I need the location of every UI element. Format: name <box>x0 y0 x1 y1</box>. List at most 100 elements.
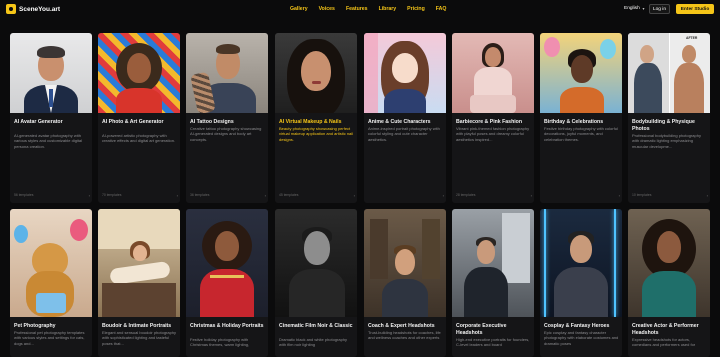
nav-pricing[interactable]: Pricing <box>407 6 425 12</box>
card-description: Dramatic black and white photography wit… <box>279 337 348 348</box>
card-ai-photo-art-generator[interactable]: AI Photo & Art Generator AI-powered arti… <box>98 33 180 203</box>
card-description: Festive holiday photography with Christm… <box>190 337 250 348</box>
card-thumbnail <box>452 33 534 113</box>
template-count: 10 templates <box>632 193 652 197</box>
arrow-right-icon[interactable]: › <box>177 193 178 198</box>
card-thumbnail <box>275 33 357 113</box>
card-anime-cute-characters[interactable]: Anime & Cute Characters Anime-inspired p… <box>364 33 446 203</box>
card-title: Creative Actor & Performer Headshots <box>632 323 699 336</box>
card-title: Cinematic Film Noir & Classic <box>279 323 353 329</box>
card-description: AI-powered artistic photography with cre… <box>102 133 176 144</box>
card-footer: 45 templates › <box>279 193 355 198</box>
card-title: Pet Photography <box>14 323 56 329</box>
enter-studio-button[interactable]: Enter Studio <box>676 4 714 14</box>
card-title: Boudoir & Intimate Portraits <box>102 323 172 329</box>
template-count: 56 templates <box>14 193 34 197</box>
card-thumbnail <box>452 209 534 317</box>
nav-voices[interactable]: Voices <box>319 6 335 12</box>
card-thumbnail <box>10 209 92 317</box>
card-boudoir-intimate-portraits[interactable]: Boudoir & Intimate Portraits Elegant and… <box>98 209 180 357</box>
card-thumbnail: BEFORE AFTER <box>628 33 710 113</box>
card-ai-avatar-generator[interactable]: AI Avatar Generator AI-generated avatar … <box>10 33 92 203</box>
card-footer: › <box>544 193 620 198</box>
card-title: AI Avatar Generator <box>14 119 63 125</box>
main-nav: Gallery Voices Features Library Pricing … <box>290 6 457 12</box>
card-corporate-executive-headshots[interactable]: Corporate Executive Headshots High-end e… <box>452 209 534 357</box>
login-button[interactable]: Log in <box>649 4 670 14</box>
arrow-right-icon[interactable]: › <box>707 193 708 198</box>
card-footer: 10 templates › <box>632 193 708 198</box>
card-pet-photography[interactable]: Pet Photography Professional pet photogr… <box>10 209 92 357</box>
nav-faq[interactable]: FAQ <box>436 6 447 12</box>
card-thumbnail <box>364 33 446 113</box>
card-title: Cosplay & Fantasy Heroes <box>544 323 610 329</box>
card-description: High-end executive portraits for founder… <box>456 337 530 348</box>
card-thumbnail <box>186 209 268 317</box>
card-coach-expert-headshots[interactable]: Coach & Expert Headshots Trust-building … <box>364 209 446 357</box>
card-title: AI Tattoo Designs <box>190 119 234 125</box>
arrow-right-icon[interactable]: › <box>354 193 355 198</box>
card-title: Birthday & Celebrations <box>544 119 604 125</box>
card-description: Vibrant pink-themed fashion photography … <box>456 126 530 142</box>
arrow-right-icon[interactable]: › <box>443 193 444 198</box>
card-title: Bodybuilding & Physique Photos <box>632 119 695 132</box>
card-title: AI Photo & Art Generator <box>102 119 164 125</box>
card-thumbnail <box>540 209 622 317</box>
card-ai-virtual-makeup-nails[interactable]: AI Virtual Makeup & Nails Beauty photogr… <box>275 33 357 203</box>
card-cinematic-film-noir[interactable]: Cinematic Film Noir & Classic Dramatic b… <box>275 209 357 357</box>
card-title: Anime & Cute Characters <box>368 119 431 125</box>
card-title: AI Virtual Makeup & Nails <box>279 119 342 125</box>
card-thumbnail <box>10 33 92 113</box>
top-navbar: SceneYou.art Gallery Voices Features Lib… <box>0 0 720 18</box>
card-thumbnail <box>628 209 710 317</box>
card-birthday-celebrations[interactable]: Birthday & Celebrations Festive birthday… <box>540 33 622 203</box>
card-ai-tattoo-designs[interactable]: AI Tattoo Designs Creative tattoo photog… <box>186 33 268 203</box>
card-barbiecore-pink-fashion[interactable]: Barbiecore & Pink Fashion Vibrant pink-t… <box>452 33 534 203</box>
card-thumbnail <box>540 33 622 113</box>
card-title: Coach & Expert Headshots <box>368 323 435 329</box>
chevron-down-icon: ▼ <box>641 6 646 11</box>
card-description: Professional pet photography templates w… <box>14 330 85 346</box>
card-description: Epic cosplay and fantasy character photo… <box>544 330 619 346</box>
template-count: 70 templates <box>102 193 122 197</box>
brand-name: SceneYou.art <box>19 5 61 13</box>
nav-features[interactable]: Features <box>346 6 368 12</box>
sceneyou-logo-icon <box>6 4 16 14</box>
card-title: Corporate Executive Headshots <box>456 323 507 336</box>
card-thumbnail <box>275 209 357 317</box>
card-description: Professional bodybuilding photography wi… <box>632 133 701 149</box>
card-description: Festive birthday photography with colorf… <box>544 126 618 142</box>
language-label: English <box>624 6 640 11</box>
card-creative-actor-performer-headshots[interactable]: Creative Actor & Performer Headshots Exp… <box>628 209 710 357</box>
card-thumbnail <box>186 33 268 113</box>
arrow-right-icon[interactable]: › <box>265 193 266 198</box>
card-bodybuilding-physique[interactable]: BEFORE AFTER Bodybuilding & Physique Pho… <box>628 33 710 203</box>
card-footer: 28 templates › <box>456 193 532 198</box>
after-label: AFTER <box>686 36 698 40</box>
card-cosplay-fantasy-heroes[interactable]: Cosplay & Fantasy Heroes Epic cosplay an… <box>540 209 622 357</box>
card-footer: › <box>368 193 444 198</box>
card-description: Creative tattoo photography showcasing A… <box>190 126 262 142</box>
template-count: 45 templates <box>279 193 299 197</box>
brand-logo[interactable]: SceneYou.art <box>6 4 60 14</box>
arrow-right-icon[interactable]: › <box>89 193 90 198</box>
arrow-right-icon[interactable]: › <box>531 193 532 198</box>
card-description: Anime-inspired portrait photography with… <box>368 126 440 142</box>
card-title: Christmas & Holiday Portraits <box>190 323 264 329</box>
nav-library[interactable]: Library <box>379 6 397 12</box>
nav-gallery[interactable]: Gallery <box>290 6 308 12</box>
card-description: AI-generated avatar photography with var… <box>14 133 83 149</box>
card-description: Elegant and sensual boudoir photography … <box>102 330 177 346</box>
card-description: Beauty photography showcasing perfect vi… <box>279 126 354 142</box>
card-title: Barbiecore & Pink Fashion <box>456 119 523 125</box>
card-footer: 36 templates › <box>190 193 266 198</box>
arrow-right-icon[interactable]: › <box>619 193 620 198</box>
card-thumbnail <box>98 33 180 113</box>
card-christmas-holiday-portraits[interactable]: Christmas & Holiday Portraits Festive ho… <box>186 209 268 357</box>
card-footer: 70 templates › <box>102 193 178 198</box>
card-description: Expressive headshots for actors, comedia… <box>632 337 696 348</box>
template-count: 28 templates <box>456 193 476 197</box>
card-thumbnail <box>364 209 446 317</box>
template-count: 36 templates <box>190 193 210 197</box>
language-selector[interactable]: English ▼ <box>624 6 645 11</box>
